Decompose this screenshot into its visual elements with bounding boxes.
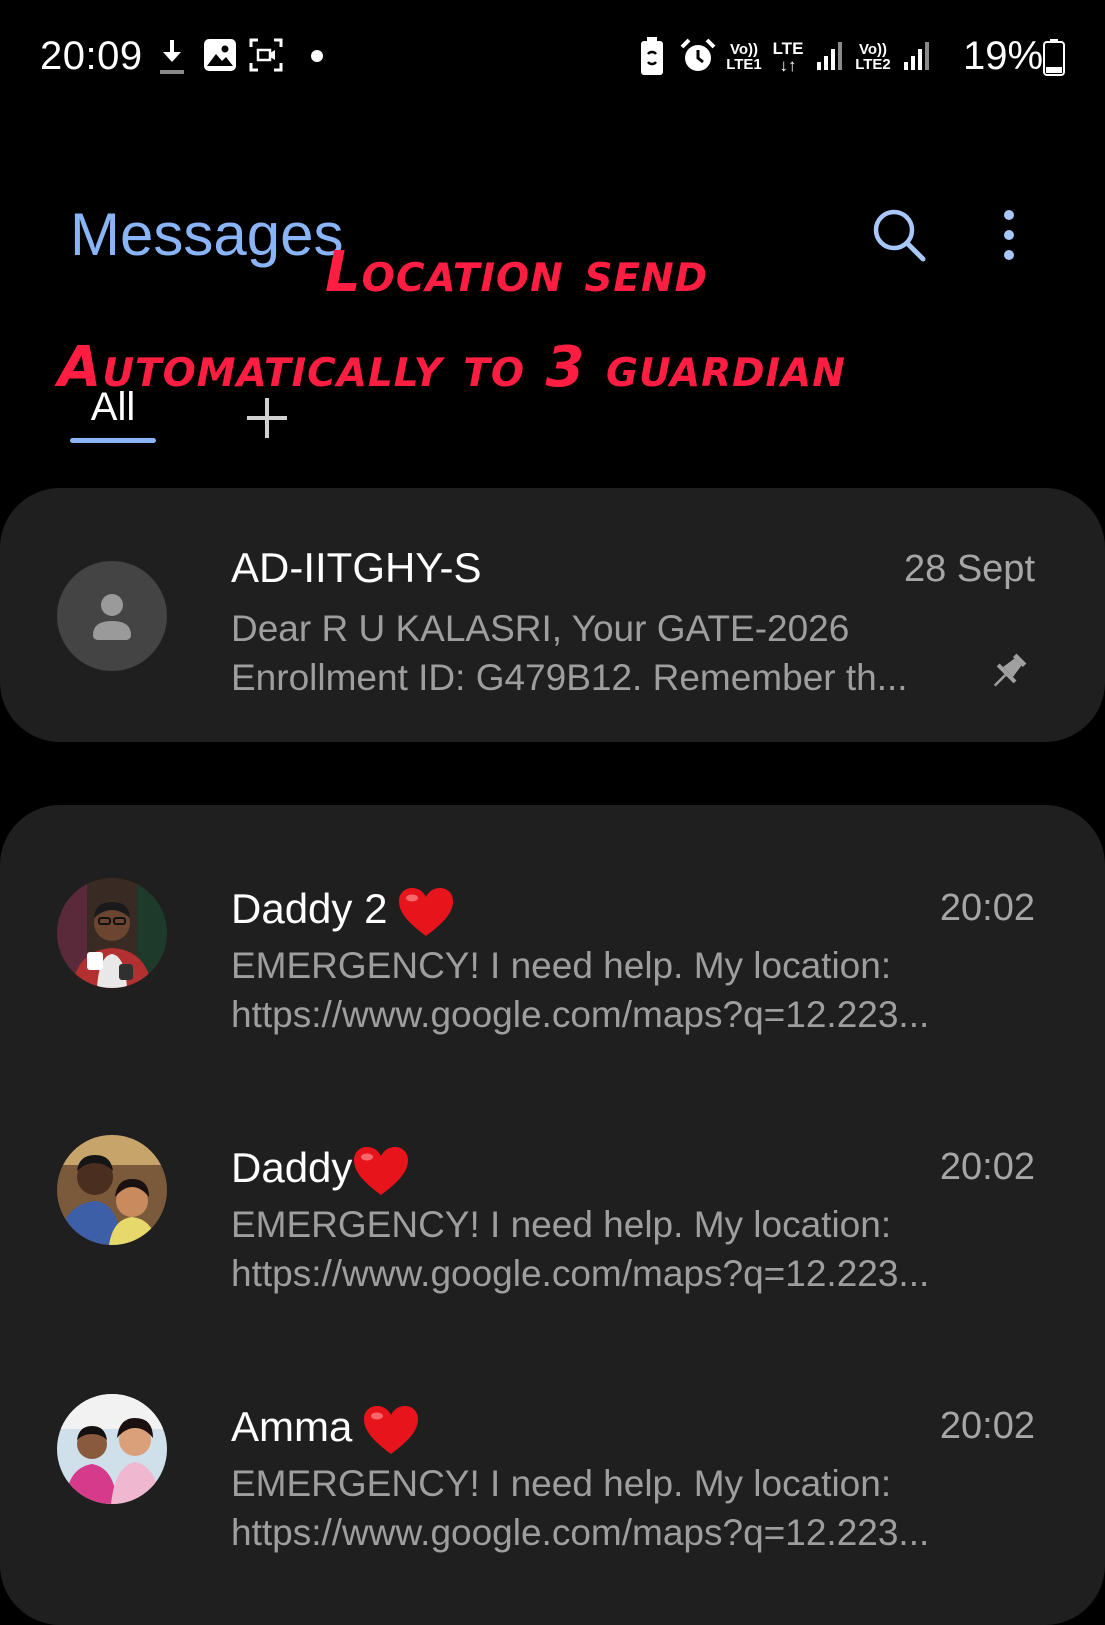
annotation-line-1: Location send (325, 240, 709, 305)
message-time: 20:02 (939, 1405, 1035, 1447)
message-preview: Dear R U KALASRI, Your GATE-2026 Enrollm… (231, 608, 908, 698)
network-2-indicator: Vo)) LTE2 (855, 41, 891, 73)
contact-photo (57, 878, 167, 988)
annotation-line-2: Automatically to 3 guardian (58, 335, 846, 400)
status-bar: 20:09 Vo)) LTE1 LTE ↓↑ Vo)) LTE2 19% (0, 0, 1105, 115)
message-preview: EMERGENCY! I need help. My location: htt… (231, 1463, 930, 1553)
heart-icon (354, 1146, 409, 1195)
pinned-conversation-card: AD-IITGHY-S 28 Sept Dear R U KALASRI, Yo… (0, 488, 1105, 742)
message-time: 28 Sept (904, 548, 1035, 590)
contact-name: Daddy 2 (231, 885, 455, 938)
message-time: 20:02 (939, 887, 1035, 929)
more-vert-icon (1004, 210, 1014, 260)
page-title: Messages (70, 201, 344, 268)
search-button[interactable] (864, 200, 934, 270)
download-icon (160, 40, 184, 74)
heart-icon (399, 887, 454, 936)
contact-name: Amma (231, 1403, 420, 1456)
message-preview: EMERGENCY! I need help. My location: htt… (231, 1204, 930, 1294)
more-options-button[interactable] (974, 200, 1044, 270)
plus-icon (247, 398, 287, 438)
conversation-row-pinned[interactable]: AD-IITGHY-S 28 Sept Dear R U KALASRI, Yo… (0, 488, 1105, 742)
search-icon (873, 209, 926, 262)
contact-photo (57, 1394, 167, 1504)
conversation-row[interactable]: Daddy 20:02 EMERGENCY! I need help. My l… (0, 1104, 1105, 1334)
signal-1-icon (817, 42, 842, 70)
status-time: 20:09 (40, 34, 143, 78)
person-icon (93, 594, 131, 640)
signal-2-icon (904, 42, 929, 70)
tab-all-indicator (70, 438, 156, 443)
contact-photo (57, 1135, 167, 1245)
gallery-icon (204, 39, 236, 71)
conversation-row[interactable]: Daddy 2 20:02 EMERGENCY! I need help. My… (0, 845, 1105, 1075)
contact-name: Daddy (231, 1144, 410, 1197)
conversation-row[interactable]: Amma 20:02 EMERGENCY! I need help. My lo… (0, 1363, 1105, 1593)
battery-saver-icon (641, 37, 663, 75)
screen-record-icon (249, 38, 283, 72)
contact-name: AD-IITGHY-S (231, 544, 482, 591)
message-time: 20:02 (939, 1146, 1035, 1188)
alarm-icon (680, 38, 716, 71)
network-1-indicator: Vo)) LTE1 (726, 41, 762, 73)
battery-percent: 19% (963, 34, 1044, 78)
notification-dot-icon (311, 50, 323, 62)
conversation-list-card: Daddy 2 20:02 EMERGENCY! I need help. My… (0, 805, 1105, 1625)
pin-icon (993, 653, 1027, 687)
message-preview: EMERGENCY! I need help. My location: htt… (231, 945, 930, 1035)
data-indicator: LTE ↓↑ (772, 39, 804, 75)
avatar-default (57, 561, 167, 671)
heart-icon (364, 1405, 419, 1454)
battery-icon (1043, 39, 1065, 76)
